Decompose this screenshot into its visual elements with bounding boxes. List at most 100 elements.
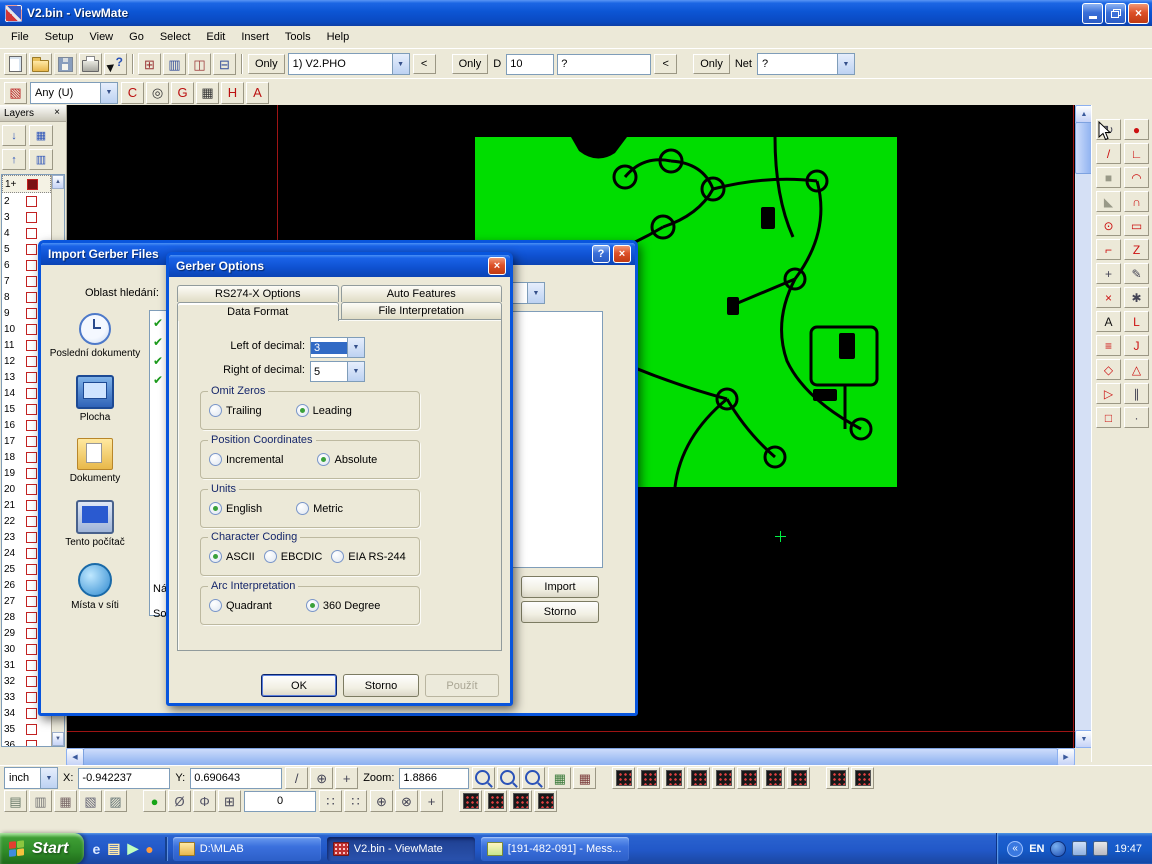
aperture-grid-icon[interactable]: ▦ <box>548 767 571 789</box>
small-square-icon[interactable]: □ <box>1096 407 1121 428</box>
polyline-icon[interactable]: ∟ <box>1124 143 1149 164</box>
filled-rect-icon[interactable]: ■ <box>1096 167 1121 188</box>
diamond-icon[interactable]: ◇ <box>1096 359 1121 380</box>
zoom-in-icon[interactable] <box>497 767 520 789</box>
measure-line-icon[interactable]: / <box>285 767 308 789</box>
settings-icon[interactable]: ✱ <box>1124 287 1149 308</box>
mirror-icon[interactable]: ◣ <box>1096 191 1121 212</box>
ok-button[interactable]: OK <box>261 674 337 697</box>
radio-metric[interactable]: Metric <box>296 502 343 515</box>
radio-ebcdic[interactable]: EBCDIC <box>264 550 323 563</box>
film-pattern-icon[interactable] <box>612 767 635 789</box>
layer-row[interactable]: 2 <box>2 193 51 209</box>
film-pattern-icon[interactable] <box>637 767 660 789</box>
place-computer[interactable]: Tento počítač <box>49 497 141 552</box>
radio-leading[interactable]: Leading <box>296 404 352 417</box>
right-of-decimal-combo[interactable]: 5 ▼ <box>310 361 365 382</box>
snap-cross-icon[interactable]: + <box>420 790 443 812</box>
task-viewmate[interactable]: V2.bin - ViewMate <box>327 837 475 861</box>
snap-target-icon[interactable]: ◎ <box>146 82 169 104</box>
radio-ascii[interactable]: ASCII <box>209 550 255 563</box>
delete-icon[interactable]: × <box>1096 287 1121 308</box>
dcode-value-field[interactable]: 10 <box>506 54 554 75</box>
film-pattern-icon[interactable] <box>712 767 735 789</box>
layer-step-back-button[interactable]: < <box>413 54 436 74</box>
snap-grid-icon[interactable]: ∷ <box>344 790 367 812</box>
task-message[interactable]: [191-482-091] - Mess... <box>481 837 629 861</box>
zoom-tool-icon[interactable] <box>472 767 495 789</box>
measure-grid-icon[interactable]: ⊟ <box>213 53 236 75</box>
circle-icon[interactable]: ⊙ <box>1096 215 1121 236</box>
restore-button[interactable] <box>1105 3 1126 24</box>
tab-auto-features[interactable]: Auto Features <box>341 285 503 302</box>
dot-grid-icon[interactable]: ∷ <box>319 790 342 812</box>
letter-g-tool-icon[interactable]: G <box>171 82 194 104</box>
internet-explorer-icon[interactable]: e <box>92 841 100 857</box>
chevron-down-icon[interactable]: ▼ <box>392 54 409 74</box>
select-frame-icon[interactable]: ▧ <box>4 82 27 104</box>
dot-icon[interactable]: · <box>1124 407 1149 428</box>
snap-intersect-icon[interactable]: ⊗ <box>395 790 418 812</box>
close-button[interactable]: × <box>1128 3 1149 24</box>
layer-stack-icon[interactable]: ▤ <box>4 790 27 812</box>
layer-row[interactable]: 1+ <box>2 175 51 193</box>
film-pattern-icon[interactable] <box>762 767 785 789</box>
vertical-scrollbar[interactable]: ▲ ▼ <box>1075 105 1091 748</box>
task-mlab[interactable]: D:\MLAB <box>173 837 321 861</box>
play-icon[interactable]: ▷ <box>1096 383 1121 404</box>
grid-toggle-icon[interactable]: ⊞ <box>218 790 241 812</box>
chevron-down-icon[interactable]: ▼ <box>100 83 117 103</box>
text-icon[interactable]: A <box>1096 311 1121 332</box>
minimize-button[interactable] <box>1082 3 1103 24</box>
layer-letter-icon[interactable]: L <box>1124 311 1149 332</box>
menu-file[interactable]: File <box>3 28 37 46</box>
scroll-up-icon[interactable]: ▲ <box>52 175 64 189</box>
chevron-down-icon[interactable]: ▼ <box>347 362 364 381</box>
film-pattern-icon[interactable] <box>484 790 507 812</box>
place-network[interactable]: Místa v síti <box>49 560 141 615</box>
menu-insert[interactable]: Insert <box>233 28 277 46</box>
y-coordinate-field[interactable]: 0.690643 <box>190 768 282 789</box>
tab-data-format[interactable]: Data Format <box>177 302 339 321</box>
close-button[interactable]: × <box>488 257 506 275</box>
rotate-icon[interactable]: ∩ <box>1124 191 1149 212</box>
move-icon[interactable]: + <box>1096 263 1121 284</box>
relative-origin-icon[interactable]: + <box>335 767 358 789</box>
hook-icon[interactable]: J <box>1124 335 1149 356</box>
start-button[interactable]: Start <box>0 833 84 864</box>
radio-incremental[interactable]: Incremental <box>209 453 283 466</box>
menu-select[interactable]: Select <box>152 28 199 46</box>
cell-grid-icon[interactable]: ▦ <box>196 82 219 104</box>
chevron-down-icon[interactable]: ▼ <box>347 338 364 357</box>
selected-files-list[interactable] <box>508 311 603 568</box>
units-combo[interactable]: inch ▼ <box>4 767 58 789</box>
context-help-icon[interactable] <box>104 53 127 75</box>
place-desktop[interactable]: Plocha <box>49 372 141 427</box>
letter-c-tool-icon[interactable]: C <box>121 82 144 104</box>
radio-english[interactable]: English <box>209 502 262 515</box>
film-pattern-icon[interactable] <box>687 767 710 789</box>
rect-outline-icon[interactable]: ▭ <box>1124 215 1149 236</box>
firefox-icon[interactable]: ● <box>145 841 153 857</box>
chevron-down-icon[interactable]: ▼ <box>527 283 544 303</box>
scroll-right-icon[interactable]: ▶ <box>1057 748 1075 766</box>
menu-go[interactable]: Go <box>121 28 152 46</box>
zigzag-icon[interactable]: Z <box>1124 239 1149 260</box>
layer-row[interactable]: 35 <box>2 721 51 737</box>
parallel-icon[interactable]: ∥ <box>1124 383 1149 404</box>
chevron-down-icon[interactable]: ▼ <box>40 768 57 788</box>
x-coordinate-field[interactable]: -0.942237 <box>78 768 170 789</box>
menu-edit[interactable]: Edit <box>198 28 233 46</box>
h-pad-tool-icon[interactable]: H <box>221 82 244 104</box>
place-documents[interactable]: Dokumenty <box>49 435 141 488</box>
scroll-down-icon[interactable]: ▼ <box>52 732 64 746</box>
hide-icons-chevron[interactable]: « <box>1007 841 1023 857</box>
move-layer-down-button[interactable]: ↓ <box>2 125 26 146</box>
align-icon[interactable]: ≡ <box>1096 335 1121 356</box>
film-pattern-icon[interactable] <box>737 767 760 789</box>
pattern-clear-icon[interactable] <box>851 767 874 789</box>
layer-fill-icon[interactable]: ▦ <box>54 790 77 812</box>
film-pattern-icon[interactable] <box>787 767 810 789</box>
menu-view[interactable]: View <box>81 28 121 46</box>
cancel-button[interactable]: Storno <box>343 674 419 697</box>
